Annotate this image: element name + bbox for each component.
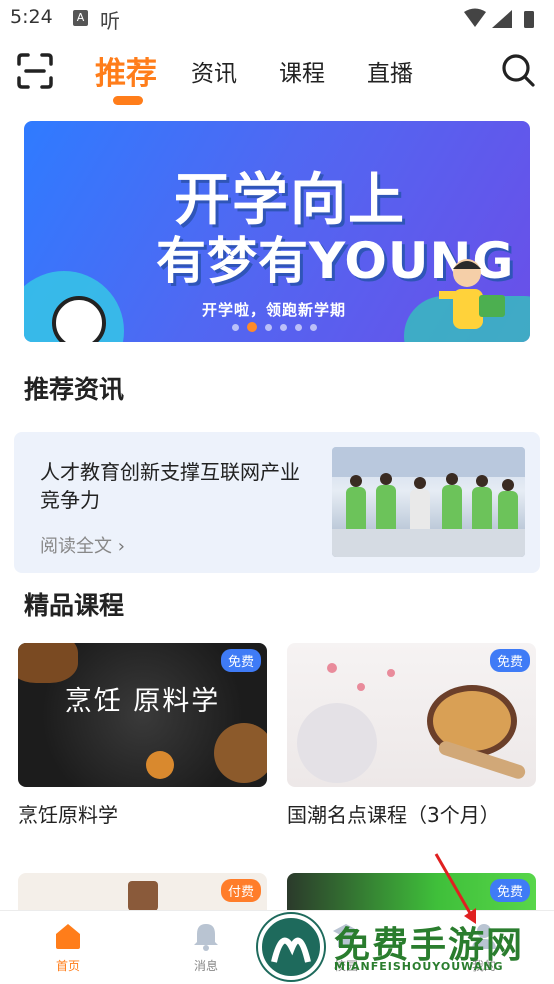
banner-carousel[interactable]: 开学向上 有梦有YOUNG 开学啦，领跑新学期 xyxy=(24,121,530,342)
bottom-nav-label: 首页 xyxy=(55,959,80,973)
carousel-dot[interactable] xyxy=(232,323,239,331)
carousel-dot[interactable] xyxy=(295,323,302,331)
read-more-label: 阅读全文 xyxy=(40,536,112,557)
carousel-dot-active[interactable] xyxy=(247,322,257,332)
course-card[interactable]: 烹饪 原料学 免费 烹饪原料学 xyxy=(18,643,267,828)
home-icon xyxy=(56,924,80,949)
tab-news[interactable]: 资讯 xyxy=(191,54,237,88)
read-more-link[interactable]: 阅读全文 › xyxy=(40,532,125,558)
signal-icon xyxy=(492,10,512,28)
course-name: 国潮名点课程（3个月） xyxy=(287,803,500,827)
news-thumbnail xyxy=(332,447,525,557)
free-badge: 免费 xyxy=(489,649,530,672)
watermark-subtext: MIANFEISHOUYOUWANG xyxy=(334,960,504,973)
status-bar: 5:24 A 听 xyxy=(0,0,554,38)
bottom-nav-label: 消息 xyxy=(193,959,218,973)
wifi-icon xyxy=(464,8,486,27)
carousel-dot[interactable] xyxy=(265,323,272,331)
bottom-nav-messages[interactable]: 消息 xyxy=(166,921,246,974)
watermark-logo xyxy=(258,914,324,980)
student-illustration xyxy=(439,259,505,329)
course-card[interactable]: 免费 国潮名点课程（3个月） xyxy=(287,643,536,828)
course-thumbnail: 免费 xyxy=(287,643,536,787)
active-tab-indicator xyxy=(113,96,143,105)
banner-subtitle: 开学啦，领跑新学期 xyxy=(202,301,347,319)
course-name: 烹饪原料学 xyxy=(18,803,118,827)
status-icons xyxy=(464,8,534,28)
tab-recommend[interactable]: 推荐 xyxy=(95,48,157,93)
status-time: 5:24 xyxy=(10,6,53,28)
top-nav: 推荐 资讯 课程 直播 xyxy=(0,38,554,108)
news-title[interactable]: 人才教育创新支撑互联网产业竞争力 xyxy=(40,458,310,514)
carousel-dot[interactable] xyxy=(310,323,317,331)
course-thumbnail: 烹饪 原料学 免费 xyxy=(18,643,267,787)
notification-a-icon: A xyxy=(73,10,88,26)
paid-badge: 付费 xyxy=(220,879,261,902)
watermark: 免费手游网 MIANFEISHOUYOUWANG xyxy=(254,908,554,984)
course-thumbnail-text: 烹饪 原料学 xyxy=(64,686,221,717)
battery-icon xyxy=(524,11,534,28)
news-section-title: 推荐资讯 xyxy=(24,375,125,404)
bell-icon xyxy=(194,924,218,951)
carousel-dot[interactable] xyxy=(280,323,287,331)
courses-section-title: 精品课程 xyxy=(24,591,125,620)
carousel-indicators xyxy=(232,321,317,333)
bottom-nav-home[interactable]: 首页 xyxy=(28,921,108,974)
news-card[interactable]: 人才教育创新支撑互联网产业竞争力 阅读全文 › xyxy=(14,432,540,573)
search-icon[interactable] xyxy=(500,52,536,88)
free-badge: 免费 xyxy=(489,879,530,902)
chevron-right-icon: › xyxy=(117,536,125,557)
clock-illustration xyxy=(52,296,106,342)
tab-live[interactable]: 直播 xyxy=(367,54,413,88)
status-ting-icon: 听 xyxy=(100,9,120,33)
free-badge: 免费 xyxy=(220,649,261,672)
scan-icon[interactable] xyxy=(16,52,54,90)
tab-courses[interactable]: 课程 xyxy=(279,54,325,88)
